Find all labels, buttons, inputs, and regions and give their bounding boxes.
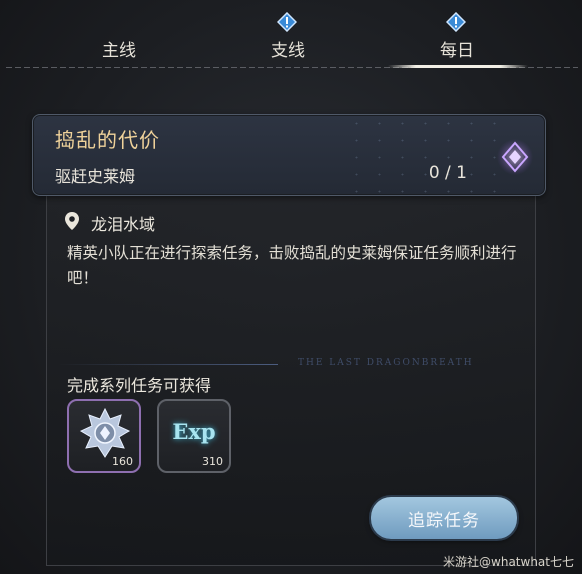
- quest-diamond-icon: [497, 139, 533, 175]
- quest-progress: 0 / 1: [428, 163, 467, 183]
- tab-side[interactable]: 支线: [243, 12, 333, 61]
- banner-text: THE LAST DRAGONBREATH: [298, 358, 474, 368]
- tab-bar: 主线 支线 每日: [0, 0, 582, 70]
- banner-line: [58, 364, 278, 365]
- source-credit: 米游社@whatwhat七七: [443, 555, 574, 569]
- medal-icon: [79, 407, 131, 458]
- reward-count: 310: [202, 455, 223, 468]
- reward-item-exp[interactable]: Exp 310: [157, 399, 231, 473]
- location-pin-icon: [65, 212, 79, 230]
- quest-header[interactable]: 捣乱的代价 驱赶史莱姆 0 / 1: [32, 114, 546, 196]
- track-quest-button[interactable]: 追踪任务: [371, 497, 517, 539]
- tab-daily[interactable]: 每日: [412, 12, 502, 61]
- tab-daily-label: 每日: [440, 41, 474, 61]
- reward-item-medal[interactable]: 160: [67, 399, 141, 473]
- alert-icon: [277, 12, 297, 32]
- reward-count: 160: [112, 455, 133, 468]
- reward-section-title: 完成系列任务可获得: [67, 376, 212, 395]
- quest-description: 精英小队正在进行探索任务，击败捣乱的史莱姆保证任务顺利进行吧！: [67, 244, 517, 287]
- quest-objective: 驱赶史莱姆: [55, 167, 136, 186]
- active-tab-indicator: [388, 65, 528, 68]
- banner-decoration: THE LAST DRAGONBREATH: [58, 358, 528, 370]
- tab-side-label: 支线: [271, 41, 305, 61]
- quest-title: 捣乱的代价: [55, 128, 160, 152]
- starfield-decoration: [345, 115, 505, 195]
- tab-main[interactable]: 主线: [74, 36, 164, 61]
- quest-location: 龙泪水域: [91, 215, 156, 234]
- alert-icon: [446, 12, 466, 32]
- exp-icon: Exp: [172, 419, 216, 444]
- tab-main-label: 主线: [102, 41, 136, 61]
